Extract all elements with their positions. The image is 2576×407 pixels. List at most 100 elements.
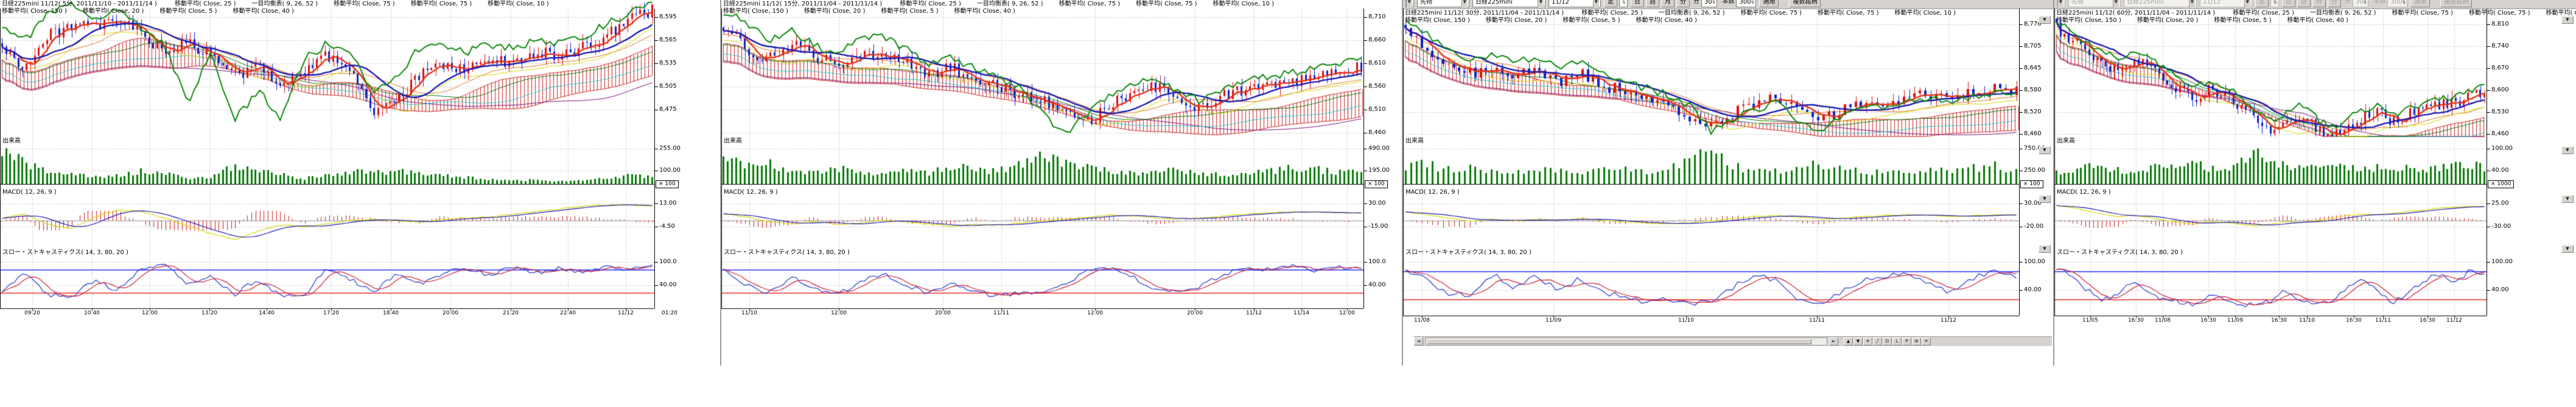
legend-item: 移動平均( Close, 40 ) — [233, 8, 293, 15]
time-axis-label: 12:00 — [142, 310, 158, 316]
legend-item: 移動平均( Close, 5 ) — [1563, 17, 1620, 24]
drawing-tool-button[interactable]: D — [1883, 338, 1892, 345]
legend-item: 移動平均( Close, 10 ) — [1895, 10, 1956, 16]
chart-title: 日経225mini 11/12( 15分, 2011/11/04 - 2011/… — [723, 1, 882, 7]
subchart-collapse-button[interactable]: ▼ — [2561, 146, 2574, 154]
volume-section-label: 出来高 — [2057, 135, 2075, 144]
stochastics-axis-tick: 40.00 — [2024, 286, 2042, 293]
volume-scale-box: × 1000 — [2488, 180, 2514, 188]
macd-axis-tick: -4.50 — [659, 223, 675, 230]
time-axis-label: 20:00 — [935, 310, 951, 316]
scroll-left-button[interactable]: ◄ — [1414, 338, 1423, 345]
price-axis-tick: 8,705 — [2024, 43, 2042, 49]
time-axis-label: 11/12 — [1246, 310, 1262, 316]
legend-item: 移動平均( Close, 150 ) — [2, 8, 67, 15]
time-axis-label: 11/10 — [2299, 317, 2315, 324]
subchart-collapse-button[interactable]: ▼ — [2039, 245, 2051, 253]
price-axis-tick: 8,810 — [2491, 21, 2509, 27]
legend-item: 移動平均( Close, 40 ) — [2287, 17, 2348, 24]
volume-axis-tick: 100.00 — [2491, 145, 2513, 152]
volume-scale-box: × 100 — [656, 180, 679, 188]
time-axis-label: 11/12 — [2446, 317, 2462, 324]
time-axis-label: 09:20 — [24, 310, 40, 316]
price-chart-canvas[interactable] — [0, 0, 654, 329]
time-axis-label: 18:40 — [383, 310, 399, 316]
subchart-collapse-button[interactable]: ▼ — [2039, 195, 2051, 203]
subchart-collapse-button[interactable]: ▼ — [2561, 16, 2574, 24]
stochastics-axis-tick: 100.00 — [2491, 258, 2513, 265]
price-chart-canvas[interactable] — [1403, 0, 2019, 329]
legend-item: 移動平均( Close, 20 ) — [1486, 17, 1547, 24]
time-axis-label: 11/10 — [741, 310, 757, 316]
y-axis-line — [1363, 9, 1364, 308]
time-axis-label: 13:20 — [201, 310, 217, 316]
legend-item: 移動平均( Close, 20 ) — [2137, 17, 2198, 24]
y-axis-line — [2019, 9, 2020, 316]
time-axis-label: 12:00 — [1339, 310, 1355, 316]
volume-axis-tick: 195.00 — [1368, 167, 1390, 174]
drawing-tool-button[interactable]: ╱ — [1873, 338, 1882, 345]
price-chart-canvas[interactable] — [721, 0, 1363, 329]
price-chart-canvas[interactable] — [2054, 0, 2487, 329]
time-axis-label: 12:00 — [831, 310, 847, 316]
macd-section-label: MACD( 12, 26, 9 ) — [1405, 189, 1460, 196]
drawing-tool-button[interactable]: ▼ — [1853, 338, 1863, 345]
chart-workspace: 日経225mini 11/12( 5分, 2011/11/10 - 2011/1… — [0, 0, 2576, 407]
time-axis-label: 11/11 — [993, 310, 1009, 316]
price-axis-tick: 8,710 — [1368, 13, 1386, 20]
chart-title: 日経225mini 11/12( 30分, 2011/11/04 - 2011/… — [1405, 10, 1564, 16]
price-axis-tick: 8,600 — [2491, 87, 2509, 93]
chart-header-line1: 日経225mini 11/12( 15分, 2011/11/04 - 2011/… — [723, 1, 1290, 7]
scroll-right-button[interactable]: ► — [1829, 338, 1838, 345]
legend-item: 一目均衡表( 9, 26, 52 ) — [1659, 10, 1725, 16]
legend-item: 移動平均( Close, 20 ) — [83, 8, 144, 15]
scrollbar-thumb[interactable] — [1427, 339, 1811, 344]
subchart-collapse-button[interactable]: ▼ — [2039, 16, 2051, 24]
legend-item: 移動平均( Close, 10 ) — [1213, 1, 1274, 7]
macd-section-label: MACD( 12, 26, 9 ) — [2057, 189, 2111, 196]
volume-axis-tick: 490.00 — [1368, 145, 1390, 152]
time-axis-label: 11/12 — [618, 310, 634, 316]
chart-header-line2: 移動平均( Close, 150 )移動平均( Close, 20 )移動平均(… — [723, 8, 1031, 15]
subchart-collapse-button[interactable]: ▼ — [2561, 195, 2574, 203]
volume-axis-tick: 255.00 — [659, 145, 681, 152]
macd-axis-tick: 30.00 — [1368, 200, 1386, 207]
horizontal-scrollbar[interactable] — [1426, 338, 1827, 345]
price-axis-tick: 8,535 — [659, 60, 677, 66]
legend-item: 移動平均( Close, 20 ) — [804, 8, 865, 15]
drawing-tool-button[interactable]: ▲ — [1844, 338, 1853, 345]
legend-item: 移動平均( Close, 75 ) — [2469, 10, 2530, 16]
price-axis-tick: 8,530 — [2491, 108, 2509, 115]
legend-item: 移動平均( Close, 150 ) — [2056, 17, 2121, 24]
legend-item: 移動平均( Close, 150 ) — [1405, 17, 1470, 24]
stochastics-axis-tick: 40.00 — [2491, 286, 2509, 293]
time-axis-label: 01:20 — [662, 310, 677, 316]
chart-header-line2: 移動平均( Close, 150 ) 移動平均( Close, 20 ) 移動平均(… — [2, 8, 310, 15]
legend-item: 一目均衡表( 9, 26, 52 ) — [977, 1, 1043, 7]
legend-item: 移動平均( Close, 5 ) — [159, 8, 217, 15]
legend-item: 移動平均( Close, 10 ) — [488, 1, 548, 7]
legend-item: 移動平均( Close, 25 ) — [1581, 10, 1642, 16]
volume-axis-tick: 250.00 — [2024, 167, 2045, 174]
legend-item: 移動平均( Close, 75 ) — [1741, 10, 1802, 16]
stochastics-axis-tick: 40.00 — [659, 281, 677, 288]
subchart-collapse-button[interactable]: ▼ — [2561, 245, 2574, 253]
drawing-tool-button[interactable]: P — [1902, 338, 1911, 345]
legend-item: 一目均衡表( 9, 26, 52 ) — [2310, 10, 2376, 16]
chart-header-line1: 日経225mini 11/12( 60分, 2011/11/04 - 2011/… — [2056, 10, 2576, 16]
macd-axis-tick: 25.00 — [2491, 200, 2509, 207]
stochastics-axis-tick: 100.0 — [659, 258, 677, 265]
drawing-tool-button[interactable]: ✕ — [1922, 338, 1931, 345]
chart-header-line2: 移動平均( Close, 150 ) 移動平均( Close, 20 ) 移動平均(… — [1405, 17, 1713, 24]
time-axis-label: 17:20 — [323, 310, 339, 316]
subchart-collapse-button[interactable]: ▼ — [2039, 146, 2051, 154]
chart-window: ▼先物▼日経225mini▼11/12▼足⇅日週月分分30⇅本数300⇅適用複数… — [1402, 0, 2053, 366]
stochastics-section-label: スロー・ストキャスティクス( 14, 3, 80, 20 ) — [1405, 247, 1531, 256]
chart-title: 日経225mini 11/12( 60分, 2011/11/04 - 2011/… — [2056, 10, 2215, 16]
price-axis-tick: 8,565 — [659, 37, 677, 43]
price-axis-tick: 8,460 — [2491, 130, 2509, 137]
drawing-tool-button[interactable]: ✛ — [1863, 338, 1872, 345]
drawing-tool-button[interactable]: L — [1892, 338, 1902, 345]
price-axis-tick: 8,580 — [2024, 87, 2042, 93]
drawing-tool-button[interactable]: ⊕ — [1912, 338, 1921, 345]
